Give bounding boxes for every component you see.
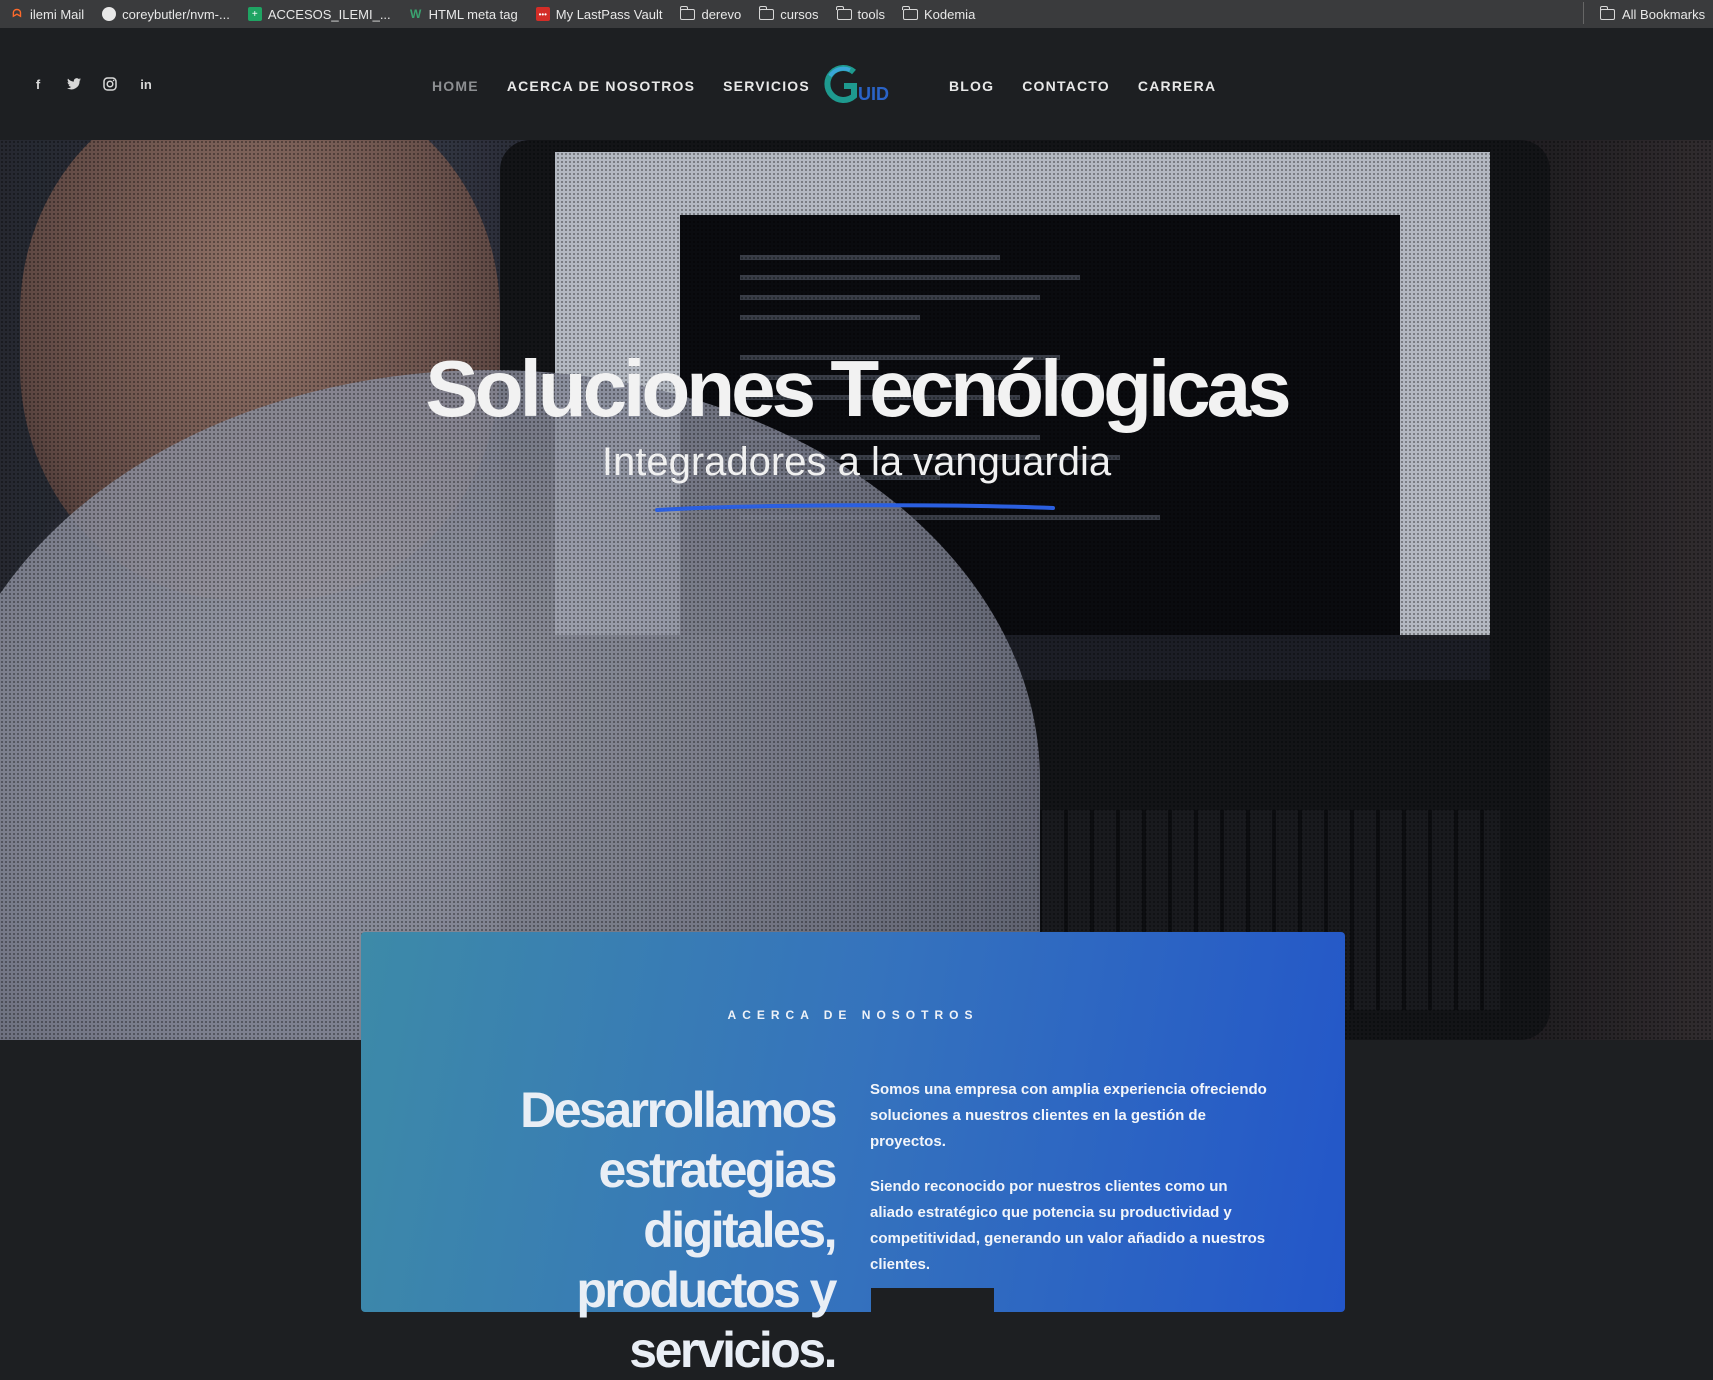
bookmark-label: coreybutler/nvm-...	[122, 6, 230, 22]
nav-acerca[interactable]: ACERCA DE NOSOTROS	[507, 78, 695, 94]
lastpass-icon: •••	[535, 7, 550, 21]
site-header: f in HOME ACERCA DE NOSOTROS SERVICIOS U…	[0, 28, 1713, 140]
bookmark-label: cursos	[780, 6, 819, 22]
about-headline: Desarrollamos estrategias digitales, pro…	[520, 1082, 837, 1378]
logo-text: UID	[858, 84, 889, 104]
mail-icon: ᗣ	[12, 7, 22, 20]
about-body: Somos una empresa con amplia experiencia…	[870, 1077, 1270, 1278]
main-nav-left: HOME ACERCA DE NOSOTROS SERVICIOS	[432, 78, 810, 94]
all-bookmarks-button[interactable]: All Bookmarks	[1599, 0, 1706, 28]
facebook-icon[interactable]: f	[30, 76, 46, 92]
hero-underline-decoration	[655, 503, 1055, 512]
bookmark-html-meta[interactable]: W HTML meta tag	[409, 7, 518, 22]
twitter-icon[interactable]	[66, 76, 82, 92]
bookmark-label: ilemi Mail	[30, 6, 85, 22]
main-nav-right: BLOG CONTACTO CARRERA	[949, 78, 1216, 94]
bookmark-folder-cursos[interactable]: cursos	[758, 5, 819, 22]
folder-icon	[758, 5, 775, 20]
bookmark-folder-derevo[interactable]: derevo	[679, 5, 742, 22]
nav-contacto[interactable]: CONTACTO	[1022, 78, 1110, 94]
bookmark-accesos[interactable]: + ACCESOS_ILEMI_...	[247, 6, 391, 22]
folder-icon	[679, 5, 696, 20]
nav-servicios[interactable]: SERVICIOS	[723, 78, 810, 94]
nav-home[interactable]: HOME	[432, 78, 479, 94]
bookmark-ilemi-mail[interactable]: ᗣ ilemi Mail	[10, 7, 84, 22]
bookmark-label: derevo	[701, 6, 742, 22]
github-icon	[102, 7, 117, 21]
bookmark-lastpass[interactable]: ••• My LastPass Vault	[535, 6, 663, 22]
nav-carrera[interactable]: CARRERA	[1138, 78, 1216, 94]
bookmark-label: My LastPass Vault	[555, 6, 663, 22]
hero-dot-overlay	[0, 140, 1713, 1040]
folder-icon	[1599, 5, 1615, 20]
about-paragraph-2: Siendo reconocido por nuestros clientes …	[870, 1178, 1266, 1273]
bookmarks-divider	[1583, 2, 1584, 24]
about-more-button[interactable]	[871, 1288, 994, 1318]
folder-icon	[902, 5, 918, 20]
bookmark-label: tools	[857, 6, 885, 22]
linkedin-icon[interactable]: in	[138, 76, 154, 92]
bookmark-folder-kodemia[interactable]: Kodemia	[902, 5, 976, 22]
hero-title: Soluciones Tecnólogicas	[425, 344, 1291, 433]
folder-icon	[836, 5, 852, 20]
nav-blog[interactable]: BLOG	[949, 78, 994, 94]
about-eyebrow: ACERCA DE NOSOTROS	[727, 1008, 979, 1022]
about-card: ACERCA DE NOSOTROS Desarrollamos estrate…	[361, 932, 1345, 1378]
bookmark-github[interactable]: coreybutler/nvm-...	[102, 7, 230, 22]
instagram-icon[interactable]	[102, 76, 118, 92]
bookmarks-bar: ᗣ ilemi Mail coreybutler/nvm-... + ACCES…	[0, 0, 1713, 28]
site-logo[interactable]: UID	[820, 62, 900, 106]
all-bookmarks-label: All Bookmarks	[1622, 6, 1706, 22]
about-paragraph-1: Somos una empresa con amplia experiencia…	[870, 1081, 1267, 1150]
sheets-icon: +	[247, 7, 262, 21]
bookmark-folder-tools[interactable]: tools	[836, 5, 885, 22]
hero-section: Soluciones Tecnólogicas Integradores a l…	[0, 140, 1713, 1040]
webmaster-icon: W	[409, 7, 422, 21]
bookmark-label: ACCESOS_ILEMI_...	[267, 6, 391, 22]
hero-subtitle: Integradores a la vanguardia	[601, 440, 1112, 484]
bookmark-label: Kodemia	[923, 6, 976, 22]
social-links: f in	[30, 76, 154, 92]
bookmark-label: HTML meta tag	[428, 6, 518, 22]
